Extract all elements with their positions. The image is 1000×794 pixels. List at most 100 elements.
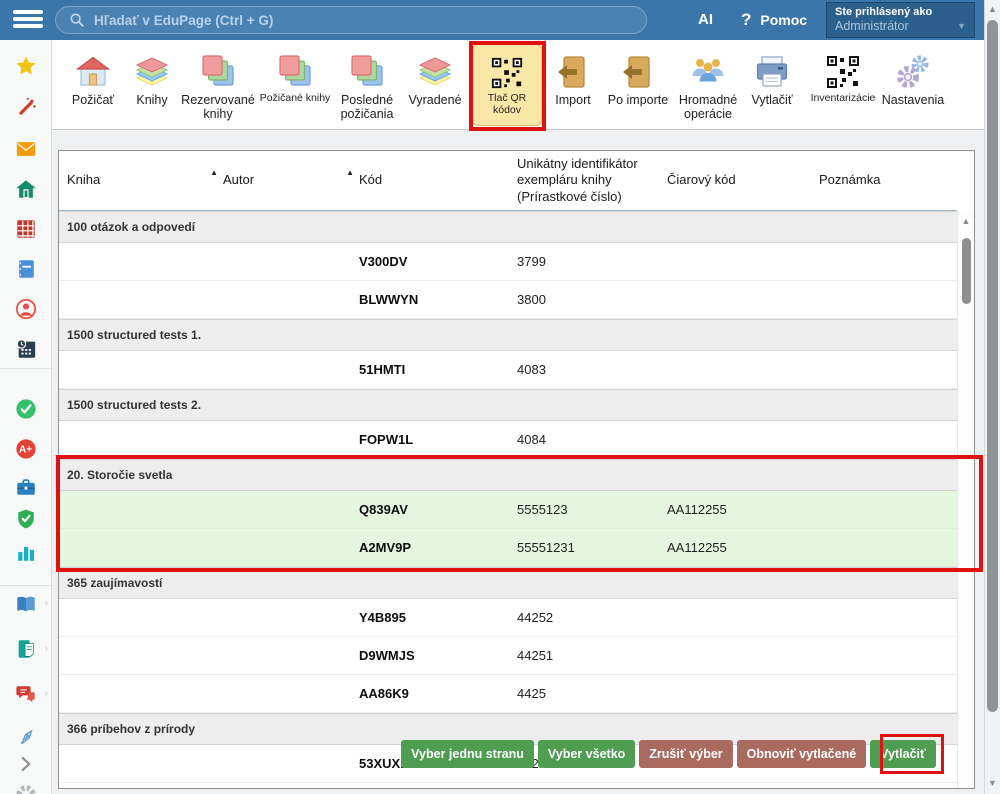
- vyber-jednu-stranu-button[interactable]: Vyber jednu stranu: [401, 740, 534, 768]
- person-icon: [15, 298, 37, 320]
- sidebar-item-star[interactable]: [0, 54, 51, 78]
- tool-vyraden-[interactable]: Vyradené: [389, 48, 481, 107]
- page-scrollbar[interactable]: ▲ ▼: [984, 0, 1000, 794]
- printer-icon: [754, 54, 790, 90]
- sidebar-item-pen[interactable]: [0, 726, 51, 750]
- table-scrollbar[interactable]: ▲ ▼: [957, 211, 974, 788]
- sidebar-item-mail[interactable]: [0, 137, 51, 161]
- sidebar-item-doc-book[interactable]: ›: [0, 637, 51, 661]
- expand-chevron-icon: [15, 753, 37, 775]
- book-copy-row[interactable]: Y4B89544252: [59, 599, 957, 637]
- search-input[interactable]: Hľadať v EduPage (Ctrl + G): [55, 6, 647, 34]
- sidebar-item-grade-a[interactable]: A+: [0, 437, 51, 461]
- cell-barcode: AA112255: [667, 540, 819, 555]
- column-header-2[interactable]: Autor▲: [223, 151, 359, 210]
- sidebar-item-partial-gear: [0, 781, 51, 794]
- user-menu[interactable]: Ste prihlásený ako Administrátor ▼: [826, 2, 975, 38]
- table-header: Kniha▲Autor▲KódUnikátny identifikátor ex…: [59, 151, 957, 211]
- cell-uid: 4425: [517, 686, 667, 701]
- menu-icon[interactable]: [13, 10, 43, 31]
- sidebar-item-magic-wand[interactable]: [0, 96, 51, 120]
- book-group-row[interactable]: 100 otázok a odpovedí: [59, 211, 957, 243]
- obnovi-vytla-en--button[interactable]: Obnoviť vytlačené: [737, 740, 867, 768]
- book-copy-row[interactable]: FOPW1L4084: [59, 421, 957, 459]
- sidebar-item-home[interactable]: [0, 177, 51, 201]
- column-header-5[interactable]: Čiarový kód: [667, 151, 819, 210]
- search-placeholder: Hľadať v EduPage (Ctrl + G): [94, 13, 273, 28]
- column-label: Kniha: [67, 172, 100, 188]
- sidebar-item-shield-check[interactable]: [0, 507, 51, 531]
- book-group-row[interactable]: 1500 structured tests 1.: [59, 319, 957, 351]
- book-copy-row[interactable]: Q839AV5555123AA112255: [59, 491, 957, 529]
- book-copy-row[interactable]: A2MV9P55551231AA112255: [59, 529, 957, 567]
- sidebar-item-timetable[interactable]: [0, 217, 51, 241]
- ai-button[interactable]: AI: [698, 11, 713, 28]
- cell-barcode: AA112255: [667, 502, 819, 517]
- column-label: Unikátny identifikátor exempláru knihy (…: [517, 156, 651, 205]
- cell-uid: 44251: [517, 648, 667, 663]
- chevron-right-icon: ›: [45, 643, 48, 654]
- sort-asc-icon: ▲: [210, 168, 218, 178]
- cell-kod: Q839AV: [359, 502, 517, 517]
- chevron-right-icon: ›: [45, 598, 48, 609]
- sidebar-item-briefcase[interactable]: [0, 475, 51, 499]
- vyber-v-etko-button[interactable]: Vyber všetko: [538, 740, 635, 768]
- column-header-4[interactable]: Unikátny identifikátor exempláru knihy (…: [517, 151, 667, 210]
- bar-chart-icon: [15, 542, 37, 564]
- qr-code-icon: [825, 54, 861, 90]
- help-button[interactable]: ? Pomoc: [741, 10, 807, 30]
- book-group-row[interactable]: 365 zaujímavostí: [59, 567, 957, 599]
- zru-i-v-ber-button[interactable]: Zrušiť výber: [639, 740, 732, 768]
- page-scrollbar-thumb[interactable]: [987, 20, 998, 712]
- open-book-icon: [15, 593, 37, 615]
- book-copy-row[interactable]: BLWWYN3800: [59, 281, 957, 319]
- sidebar-item-chat-bubbles[interactable]: ›: [0, 682, 51, 706]
- column-header-1[interactable]: Kniha ▲: [67, 151, 223, 210]
- book-copy-row[interactable]: D9WMJS44251: [59, 637, 957, 675]
- cell-kod: Y4B895: [359, 610, 517, 625]
- scroll-up-icon[interactable]: ▲: [958, 216, 974, 226]
- column-label: Kód: [359, 172, 382, 188]
- books-stack-icon: [134, 54, 170, 90]
- pen-icon: [15, 727, 37, 749]
- import-door-icon: [555, 54, 591, 90]
- chevron-down-icon: ▼: [957, 19, 966, 34]
- sidebar-item-person[interactable]: [0, 297, 51, 321]
- book-group-row[interactable]: 20. Storočie svetla: [59, 459, 957, 491]
- table-body: 100 otázok a odpovedíV300DV3799BLWWYN380…: [59, 211, 957, 783]
- logged-in-label: Ste prihlásený ako: [835, 6, 966, 19]
- cell-kod: V300DV: [359, 254, 517, 269]
- cell-uid: 3800: [517, 292, 667, 307]
- column-header-6[interactable]: Poznámka: [819, 151, 957, 210]
- scroll-up-icon[interactable]: ▲: [985, 4, 1000, 14]
- sort-asc-icon: ▲: [346, 168, 354, 178]
- sidebar-item-open-book[interactable]: ›: [0, 592, 51, 616]
- briefcase-icon: [15, 476, 37, 498]
- sidebar-item-bar-chart[interactable]: [0, 541, 51, 565]
- sidebar-divider: [0, 368, 51, 369]
- star-icon: [15, 55, 37, 77]
- vytla-i--button[interactable]: Vytlačiť: [870, 740, 936, 768]
- table-scrollbar-thumb[interactable]: [962, 238, 971, 304]
- home-icon: [15, 178, 37, 200]
- column-header-3[interactable]: Kód: [359, 151, 517, 210]
- cell-uid: 4083: [517, 362, 667, 377]
- tool-nastavenia[interactable]: Nastavenia: [867, 48, 959, 107]
- book-group-row[interactable]: 1500 structured tests 2.: [59, 389, 957, 421]
- cell-uid: 3799: [517, 254, 667, 269]
- scroll-down-icon[interactable]: ▼: [985, 778, 1000, 788]
- sidebar-item-check-circle[interactable]: [0, 397, 51, 421]
- top-bar: Hľadať v EduPage (Ctrl + G) AI ? Pomoc S…: [0, 0, 1000, 40]
- question-icon: ?: [741, 10, 751, 30]
- edupage-window: Hľadať v EduPage (Ctrl + G) AI ? Pomoc S…: [0, 0, 1000, 794]
- books-table: Kniha▲Autor▲KódUnikátny identifikátor ex…: [58, 150, 975, 789]
- book-copy-row[interactable]: AA86K94425: [59, 675, 957, 713]
- cell-kod: AA86K9: [359, 686, 517, 701]
- book-copy-row[interactable]: 51HMTI4083: [59, 351, 957, 389]
- sidebar-item-expand-chevron[interactable]: [0, 752, 51, 776]
- tool-label: Vyradené: [389, 93, 481, 107]
- check-circle-icon: [15, 398, 37, 420]
- sidebar-item-calendar-clock[interactable]: [0, 337, 51, 361]
- book-copy-row[interactable]: V300DV3799: [59, 243, 957, 281]
- sidebar-item-notebook[interactable]: [0, 257, 51, 281]
